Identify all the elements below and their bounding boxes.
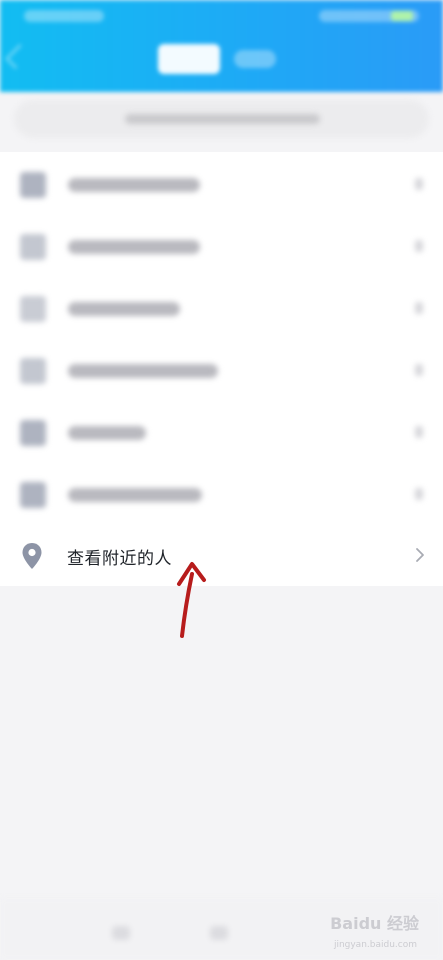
list-item-blurred[interactable] [0,462,443,524]
annotation-arrow-icon [177,562,206,638]
nearby-people-label: 查看附近的人 [67,549,172,569]
list-item-blurred[interactable] [0,214,443,276]
chevron-right-icon [415,364,423,376]
chevron-right-icon [415,178,423,190]
list-item-label [68,364,218,378]
location-pin-icon [22,543,42,569]
list-item-blurred[interactable] [0,400,443,462]
watermark-logo: Baidu 经验 [330,914,419,933]
list-item-icon [20,172,46,198]
list-item-label [68,302,180,316]
list-item-icon [20,482,46,508]
chevron-right-icon [415,302,423,314]
list-item-blurred[interactable] [0,152,443,214]
battery-icon [391,11,413,21]
tab-active[interactable] [158,44,220,74]
back-arrow-icon[interactable] [4,43,31,70]
list-item-icon [20,420,46,446]
status-bar-left [24,10,104,22]
chevron-right-icon [415,488,423,500]
top-header [0,0,443,92]
chevron-right-icon [415,426,423,438]
list-item-label [68,426,146,440]
chevron-right-icon [416,548,424,562]
list-item-nearby-people[interactable]: 查看附近的人 [0,524,443,586]
nav-tab[interactable] [112,926,130,940]
chevron-right-icon [415,240,423,252]
tab-inactive[interactable] [234,50,276,68]
list-item-blurred[interactable] [0,276,443,338]
menu-list: 查看附近的人 [0,152,443,586]
list-item-icon [20,296,46,322]
watermark-url: jingyan.baidu.com [333,940,417,950]
search-placeholder [125,114,320,124]
list-item-icon [20,358,46,384]
list-item-label [68,178,200,192]
list-item-label [68,240,200,254]
nav-tab[interactable] [210,926,228,940]
list-item-blurred[interactable] [0,338,443,400]
list-item-label [68,488,202,502]
list-item-icon [20,234,46,260]
